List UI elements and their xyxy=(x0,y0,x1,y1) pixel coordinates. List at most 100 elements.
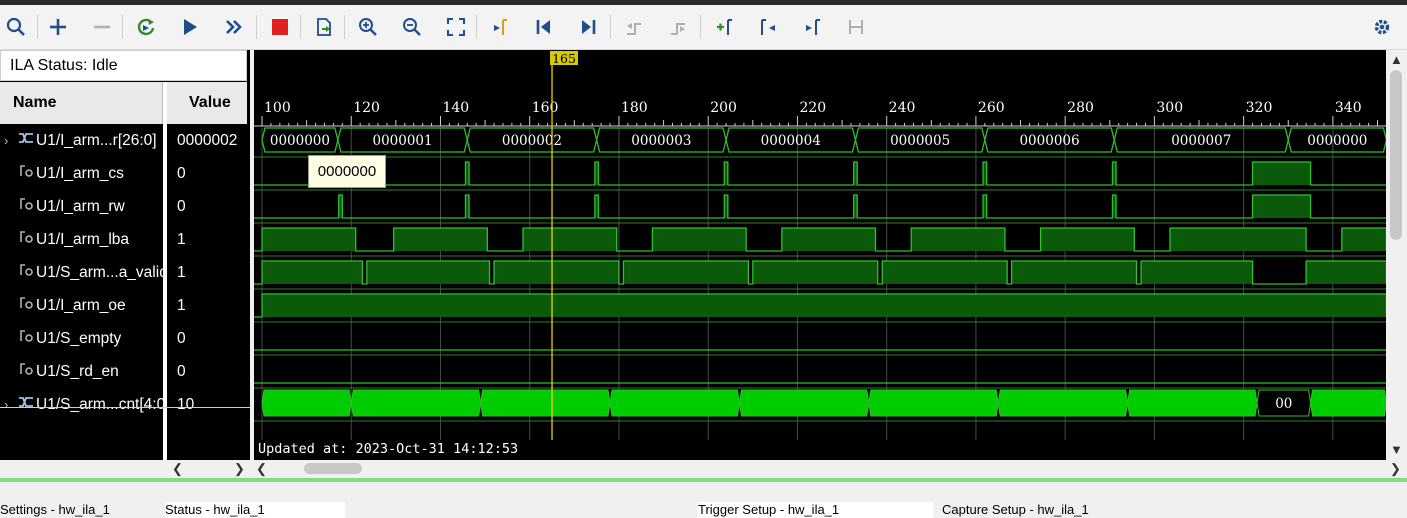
bit-high-fill xyxy=(262,294,1386,317)
run-trigger-button[interactable] xyxy=(130,11,162,43)
ruler-tick-label: 140 xyxy=(442,100,469,116)
signal-name-label: U1/I_arm_cs xyxy=(36,165,124,182)
signal-name-label: U1/I_arm...r[26:0] xyxy=(36,132,157,149)
bit-high-fill xyxy=(494,261,619,284)
waveform-canvas[interactable]: 100 120 140 160 180 200 220 240 260 280 300 320 340 0… xyxy=(254,50,1386,460)
scroll-up-icon[interactable]: ▲ xyxy=(1390,52,1403,67)
ruler-tick-label: 100 xyxy=(264,100,291,116)
bus-segment-label: 0000000 xyxy=(1307,133,1367,149)
go-to-cursor-button[interactable] xyxy=(484,11,516,43)
signal-row[interactable]: U1/I_arm_oe 1 xyxy=(0,289,250,322)
expand-chevron-icon[interactable]: › xyxy=(4,124,18,157)
signal-name-cell: › U1/I_arm...r[26:0] xyxy=(0,124,163,157)
previous-marker-button[interactable] xyxy=(752,11,784,43)
tab-trigger-setup[interactable]: Trigger Setup - hw_ila_1 xyxy=(698,502,933,518)
bit-signal-icon xyxy=(18,289,36,322)
scroll-down-icon[interactable]: ▼ xyxy=(1390,442,1403,457)
signal-name-cell: U1/I_arm_oe xyxy=(0,289,163,322)
remove-probe-button[interactable] xyxy=(86,11,118,43)
run-immediate-button[interactable] xyxy=(218,11,250,43)
signal-name-label: U1/S_rd_en xyxy=(36,363,119,380)
next-marker-icon xyxy=(806,19,820,35)
previous-transition-button[interactable] xyxy=(618,11,650,43)
waveform-toolbar xyxy=(0,5,1407,50)
wave-scroll-left-icon[interactable]: ❮ xyxy=(256,461,267,477)
bit-high-fill xyxy=(366,261,490,284)
zoom-out-button[interactable] xyxy=(396,11,428,43)
bit-high-fill xyxy=(911,228,1005,251)
signal-row[interactable]: U1/S_empty 0 xyxy=(0,322,250,355)
settings-icon xyxy=(1374,19,1390,35)
run-button[interactable] xyxy=(174,11,206,43)
bit-signal-icon xyxy=(18,190,36,223)
go-first-icon xyxy=(536,20,550,34)
signal-row[interactable]: U1/S_rd_en 0 xyxy=(0,355,250,388)
signal-value-cell: 0 xyxy=(177,165,186,182)
bus-signal-icon xyxy=(18,124,36,157)
go-to-time-zero-button[interactable] xyxy=(528,11,560,43)
signal-list-divider xyxy=(0,407,250,408)
ruler-tick-label: 280 xyxy=(1067,100,1094,116)
bit-high-fill xyxy=(393,228,488,251)
signal-row[interactable]: › U1/S_arm...cnt[4:0] 10 xyxy=(0,388,250,421)
zoom-out-icon xyxy=(403,18,421,36)
expand-chevron-icon[interactable]: › xyxy=(4,388,18,421)
search-button[interactable] xyxy=(0,11,32,43)
run-trigger-icon xyxy=(137,18,155,36)
horizontal-scroll-thumb[interactable] xyxy=(304,463,362,474)
bit-high-fill xyxy=(1011,261,1137,284)
export-button[interactable] xyxy=(308,11,340,43)
ruler-tick-label: 220 xyxy=(799,100,826,116)
cnt-segment-label: 00 xyxy=(1275,396,1292,412)
next-marker-button[interactable] xyxy=(796,11,828,43)
toolbar-separator xyxy=(256,15,257,39)
swap-cursors-button[interactable] xyxy=(840,11,872,43)
signal-row[interactable]: › U1/I_arm...r[26:0] 0000002 xyxy=(0,124,250,157)
signal-name-label: U1/S_arm...cnt[4:0] xyxy=(36,396,163,413)
bit-high-fill xyxy=(882,261,1008,284)
bus-segment-label: 0000007 xyxy=(1171,133,1231,149)
scroll-left-icon[interactable]: ❮ xyxy=(172,461,183,477)
name-column-header[interactable]: Name xyxy=(0,82,163,124)
zoom-fit-button[interactable] xyxy=(440,11,472,43)
bus-segment-label: 0000005 xyxy=(890,133,950,149)
bit-high-fill xyxy=(262,261,363,284)
tab-status[interactable]: Status - hw_ila_1 xyxy=(165,502,345,518)
waveform-hscrollbar[interactable] xyxy=(250,460,1407,478)
tab-capture-setup[interactable]: Capture Setup - hw_ila_1 xyxy=(942,502,1147,518)
signal-row[interactable]: U1/I_arm_rw 0 xyxy=(0,190,250,223)
tab-settings[interactable]: Settings - hw_ila_1 xyxy=(0,502,160,518)
stop-button[interactable] xyxy=(264,11,296,43)
signal-row[interactable]: U1/S_arm...a_valid 1 xyxy=(0,256,250,289)
add-marker-button[interactable] xyxy=(708,11,740,43)
signal-name-cell: U1/S_rd_en xyxy=(0,355,163,388)
next-transition-icon xyxy=(671,23,685,35)
signal-row[interactable]: U1/I_arm_lba 1 xyxy=(0,223,250,256)
ruler-tick-label: 320 xyxy=(1246,100,1273,116)
signal-value-cell: 0000002 xyxy=(177,132,238,149)
vertical-scroll-thumb[interactable] xyxy=(1390,70,1402,240)
bit-high-fill xyxy=(1141,261,1253,284)
value-column-header[interactable]: Value xyxy=(167,82,247,124)
zoom-in-button[interactable] xyxy=(352,11,384,43)
wave-scroll-right-icon[interactable]: ❯ xyxy=(1390,461,1401,477)
add-probe-button[interactable] xyxy=(42,11,74,43)
search-icon xyxy=(6,17,25,36)
bus-segment-label: 0000004 xyxy=(761,133,821,149)
bus-segment-label: 0000006 xyxy=(1019,133,1079,149)
signal-value-cell: 0 xyxy=(177,363,186,380)
signal-value-cell: 1 xyxy=(177,264,186,281)
go-to-last-time-button[interactable] xyxy=(572,11,604,43)
signal-value-cell: 0 xyxy=(177,198,186,215)
signal-name-label: U1/S_arm...a_valid xyxy=(36,264,163,281)
signal-name-cell: U1/I_arm_lba xyxy=(0,223,163,256)
scroll-right-icon[interactable]: ❯ xyxy=(234,461,245,477)
signal-row[interactable]: U1/I_arm_cs 0 xyxy=(0,157,250,190)
settings-button[interactable] xyxy=(1366,11,1398,43)
bit-high-fill xyxy=(1040,228,1135,251)
toolbar-separator xyxy=(122,15,123,39)
updated-timestamp: Updated at: 2023-Oct-31 14:12:53 xyxy=(258,441,519,457)
cnt-segment xyxy=(350,389,482,417)
signal-name-cell: U1/S_empty xyxy=(0,322,163,355)
next-transition-button[interactable] xyxy=(662,11,694,43)
